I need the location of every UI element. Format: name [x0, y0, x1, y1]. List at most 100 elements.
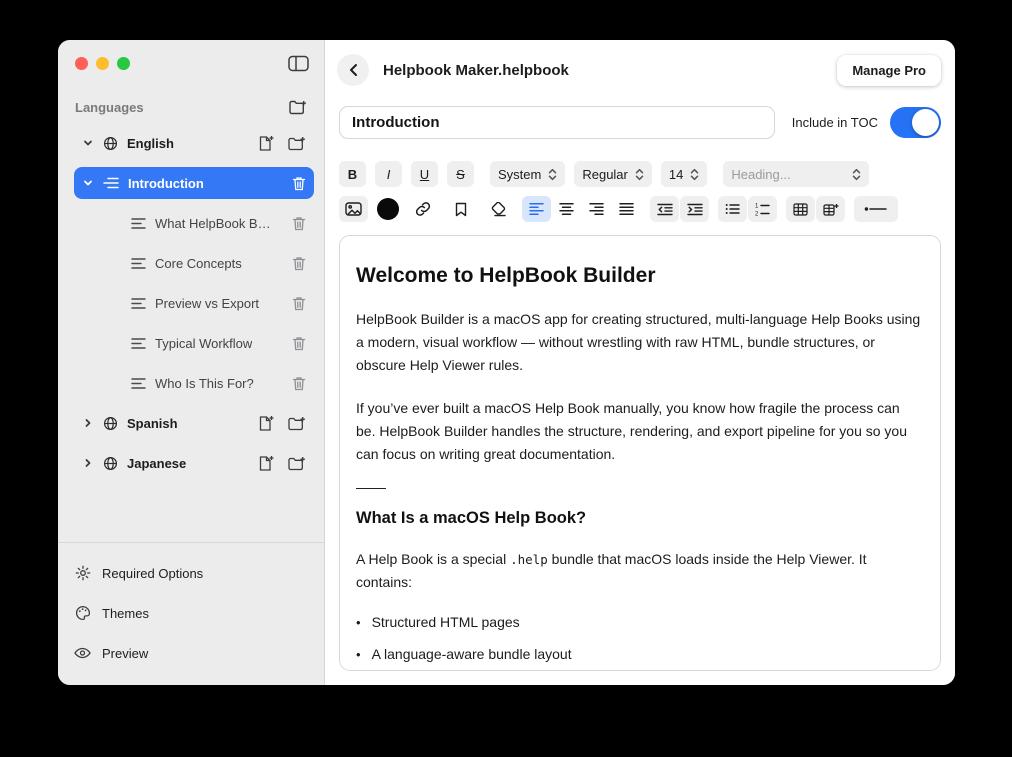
- editor-paragraph: If you’ve ever built a macOS Help Book m…: [356, 399, 908, 462]
- chevron-right-icon[interactable]: [82, 457, 94, 469]
- align-justify-icon: [619, 202, 634, 216]
- clear-format-button[interactable]: [484, 196, 513, 222]
- minimize-window-button[interactable]: [96, 56, 109, 70]
- zoom-window-button[interactable]: [117, 56, 130, 70]
- new-page-icon[interactable]: [258, 455, 275, 471]
- editor-bullet-item: A language-aware bundle layout: [356, 646, 924, 662]
- globe-icon: [103, 416, 118, 431]
- text-color-swatch[interactable]: [377, 198, 399, 220]
- chevron-left-icon: [348, 63, 359, 77]
- chevron-right-icon[interactable]: [82, 417, 94, 429]
- editor-paragraph: A Help Book is a special .help bundle th…: [356, 548, 921, 594]
- language-label: English: [127, 135, 174, 151]
- trash-icon[interactable]: [292, 256, 306, 271]
- page-row-who-is-this-for[interactable]: Who Is This For?: [74, 367, 314, 399]
- table-options-button[interactable]: [816, 196, 845, 222]
- bold-button[interactable]: B: [339, 161, 366, 187]
- new-language-folder-icon[interactable]: [289, 100, 307, 115]
- chevron-updown-icon: [690, 168, 699, 181]
- sidebar-toggle-icon: [288, 55, 309, 72]
- chevron-down-icon[interactable]: [82, 177, 94, 189]
- editor-bullet-item: Structured HTML pages: [356, 614, 924, 630]
- eraser-icon: [491, 201, 507, 217]
- page-row-typical-workflow[interactable]: Typical Workflow: [74, 327, 314, 359]
- alignment-group: [522, 196, 641, 222]
- image-icon: [345, 202, 362, 216]
- font-size-select[interactable]: 14: [660, 161, 708, 187]
- indent-button[interactable]: [680, 196, 709, 222]
- include-in-toc-label: Include in TOC: [791, 115, 878, 130]
- new-folder-icon[interactable]: [288, 416, 306, 431]
- bookmark-button[interactable]: [446, 196, 475, 222]
- font-weight-select[interactable]: Regular: [574, 161, 652, 187]
- app-window: Languages English Introduction What Help…: [58, 40, 955, 685]
- trash-icon[interactable]: [292, 376, 306, 391]
- align-left-button[interactable]: [522, 196, 551, 222]
- insert-image-button[interactable]: [339, 196, 368, 222]
- language-row-spanish[interactable]: Spanish: [74, 407, 314, 439]
- page-row-core-concepts[interactable]: Core Concepts: [74, 247, 314, 279]
- font-family-select[interactable]: System: [490, 161, 566, 187]
- bullet-list-button[interactable]: [718, 196, 747, 222]
- insert-link-button[interactable]: [408, 196, 437, 222]
- table-icon: [793, 202, 808, 216]
- page-row-introduction[interactable]: Introduction: [74, 167, 314, 199]
- chevron-down-icon[interactable]: [82, 137, 94, 149]
- strikethrough-button[interactable]: S: [447, 161, 474, 187]
- underline-button[interactable]: U: [411, 161, 438, 187]
- italic-button[interactable]: I: [375, 161, 402, 187]
- page-label: What HelpBook Buil…: [155, 215, 274, 231]
- horizontal-rule-icon: [864, 204, 888, 214]
- trash-icon[interactable]: [292, 176, 306, 191]
- align-left-icon: [529, 202, 544, 216]
- chevron-updown-icon: [548, 168, 557, 181]
- globe-icon: [103, 456, 118, 471]
- svg-text:2: 2: [755, 211, 759, 215]
- page-title-input[interactable]: [339, 106, 775, 139]
- language-tree: English Introduction What HelpBook Buil……: [58, 123, 324, 542]
- horizontal-rule-button[interactable]: [854, 196, 898, 222]
- editor-heading1: Welcome to HelpBook Builder: [356, 264, 656, 287]
- languages-header-label: Languages: [75, 100, 144, 115]
- page-icon: [131, 257, 146, 270]
- languages-section-header: Languages: [58, 86, 324, 123]
- new-folder-icon[interactable]: [288, 136, 306, 151]
- main-content: Helpbook Maker.helpbook Manage Pro Inclu…: [325, 40, 955, 685]
- align-right-button[interactable]: [582, 196, 611, 222]
- close-window-button[interactable]: [75, 56, 88, 70]
- manage-pro-button[interactable]: Manage Pro: [837, 54, 941, 86]
- align-justify-button[interactable]: [612, 196, 641, 222]
- language-label: Spanish: [127, 415, 178, 431]
- page-row-what-helpbook-builder[interactable]: What HelpBook Buil…: [74, 207, 314, 239]
- new-folder-icon[interactable]: [288, 456, 306, 471]
- page-row-preview-vs-export[interactable]: Preview vs Export: [74, 287, 314, 319]
- numbered-list-button[interactable]: 12: [748, 196, 777, 222]
- insert-table-button[interactable]: [786, 196, 815, 222]
- table-group: [786, 196, 845, 222]
- traffic-lights: [75, 56, 130, 70]
- new-page-icon[interactable]: [258, 135, 275, 151]
- main-header: Helpbook Maker.helpbook Manage Pro: [325, 40, 955, 92]
- trash-icon[interactable]: [292, 296, 306, 311]
- editor-canvas[interactable]: Welcome to HelpBook Builder HelpBook Bui…: [339, 235, 941, 671]
- language-row-english[interactable]: English: [74, 127, 314, 159]
- align-center-button[interactable]: [552, 196, 581, 222]
- sidebar: Languages English Introduction What Help…: [58, 40, 325, 685]
- include-in-toc-toggle[interactable]: [890, 107, 941, 138]
- chevron-updown-icon: [635, 168, 644, 181]
- heading-select[interactable]: Heading...: [723, 161, 870, 187]
- new-page-icon[interactable]: [258, 415, 275, 431]
- back-button[interactable]: [337, 54, 369, 86]
- sidebar-item-preview[interactable]: Preview: [74, 633, 308, 673]
- editor-paragraph: HelpBook Builder is a macOS app for crea…: [356, 311, 921, 373]
- toc-list-icon: [103, 176, 119, 190]
- outdent-button[interactable]: [650, 196, 679, 222]
- trash-icon[interactable]: [292, 336, 306, 351]
- indent-group: [650, 196, 709, 222]
- language-label: Japanese: [127, 455, 187, 471]
- toggle-sidebar-button[interactable]: [288, 55, 309, 72]
- trash-icon[interactable]: [292, 216, 306, 231]
- sidebar-item-themes[interactable]: Themes: [74, 593, 308, 633]
- language-row-japanese[interactable]: Japanese: [74, 447, 314, 479]
- sidebar-item-required-options[interactable]: Required Options: [74, 553, 308, 593]
